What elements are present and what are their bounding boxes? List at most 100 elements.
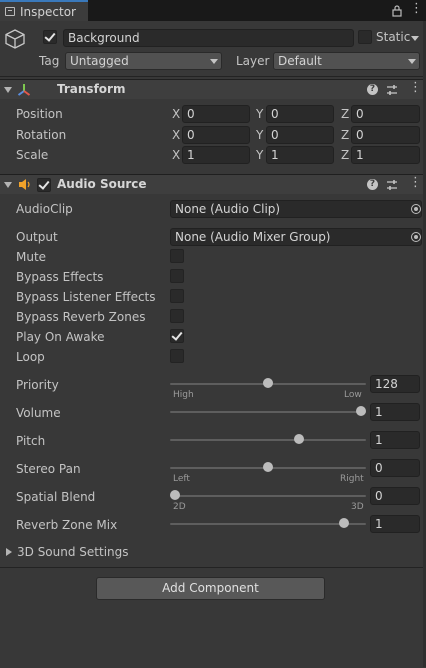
tag-label: Tag bbox=[39, 54, 60, 68]
add-component-button[interactable]: Add Component bbox=[96, 577, 325, 600]
scale-y-input[interactable]: 1 bbox=[266, 146, 334, 164]
3d-sound-settings-foldout[interactable]: 3D Sound Settings bbox=[0, 544, 426, 562]
priority-input[interactable]: 128 bbox=[370, 375, 420, 393]
audio-sliders: Priority High Low 128 Volume 1 Pitch 1 S… bbox=[0, 370, 426, 540]
preset-sliders-icon[interactable] bbox=[386, 179, 398, 191]
axis-y-label: Y bbox=[256, 128, 264, 142]
bypass-listener-effects-checkbox[interactable] bbox=[170, 289, 184, 303]
object-picker-icon[interactable] bbox=[411, 204, 421, 214]
stereo-pan-input[interactable]: 0 bbox=[370, 459, 420, 477]
bypass-effects-checkbox[interactable] bbox=[170, 269, 184, 283]
position-z-input[interactable]: 0 bbox=[351, 105, 420, 123]
priority-slider-thumb[interactable] bbox=[263, 378, 273, 388]
priority-max-label: Low bbox=[344, 390, 362, 400]
lock-icon[interactable] bbox=[391, 4, 403, 17]
bypass-effects-label: Bypass Effects bbox=[16, 270, 104, 284]
reverb-zone-mix-slider[interactable] bbox=[170, 523, 366, 525]
audio-source-title: Audio Source bbox=[57, 177, 147, 191]
audioclip-label: AudioClip bbox=[16, 202, 73, 216]
object-picker-icon[interactable] bbox=[411, 232, 421, 242]
axis-x-label: X bbox=[172, 107, 181, 121]
layer-label: Layer bbox=[236, 54, 270, 68]
tab-inspector-label: Inspector bbox=[20, 5, 76, 19]
foldout-expanded-icon[interactable] bbox=[4, 87, 12, 93]
axis-x-label: X bbox=[172, 148, 181, 162]
stereo-pan-slider-thumb[interactable] bbox=[263, 462, 273, 472]
component-menu-icon[interactable]: ⋮ bbox=[409, 81, 422, 95]
axis-z-label: Z bbox=[341, 148, 350, 162]
mute-checkbox[interactable] bbox=[170, 249, 184, 263]
volume-slider[interactable] bbox=[170, 411, 366, 413]
gameobject-name-input[interactable]: Background bbox=[63, 29, 354, 47]
chevron-down-icon bbox=[210, 59, 218, 64]
spatial-blend-max-label: 3D bbox=[351, 502, 364, 512]
scale-x-input[interactable]: 1 bbox=[182, 146, 250, 164]
foldout-collapsed-icon[interactable] bbox=[6, 548, 12, 556]
rotation-y-input[interactable]: 0 bbox=[266, 126, 334, 144]
position-y-input[interactable]: 0 bbox=[266, 105, 334, 123]
stereo-pan-label: Stereo Pan bbox=[16, 462, 81, 476]
output-label: Output bbox=[16, 230, 58, 244]
gameobject-active-checkbox[interactable] bbox=[43, 30, 57, 44]
foldout-expanded-icon[interactable] bbox=[4, 182, 12, 188]
volume-slider-thumb[interactable] bbox=[356, 406, 366, 416]
audio-source-header[interactable]: Audio Source ? ⋮ bbox=[0, 174, 426, 194]
position-label: Position bbox=[16, 107, 63, 121]
play-on-awake-label: Play On Awake bbox=[16, 330, 105, 344]
layer-dropdown-value: Default bbox=[278, 54, 322, 68]
help-icon[interactable]: ? bbox=[367, 179, 378, 190]
output-value: None (Audio Mixer Group) bbox=[175, 230, 331, 244]
bypass-reverb-zones-checkbox[interactable] bbox=[170, 309, 184, 323]
divider bbox=[0, 76, 426, 77]
reverb-zone-mix-slider-thumb[interactable] bbox=[339, 518, 350, 528]
scale-z-input[interactable]: 1 bbox=[351, 146, 420, 164]
preset-sliders-icon[interactable] bbox=[386, 84, 398, 96]
spatial-blend-slider-thumb[interactable] bbox=[170, 490, 180, 500]
tag-dropdown-value: Untagged bbox=[70, 54, 129, 68]
transform-axes-icon bbox=[17, 84, 31, 96]
component-menu-icon[interactable]: ⋮ bbox=[409, 176, 422, 190]
tag-dropdown[interactable]: Untagged bbox=[65, 52, 222, 70]
static-checkbox[interactable] bbox=[358, 30, 372, 44]
axis-y-label: Y bbox=[256, 148, 264, 162]
scale-label: Scale bbox=[16, 148, 49, 162]
bypass-listener-effects-label: Bypass Listener Effects bbox=[16, 290, 156, 304]
chevron-down-icon bbox=[408, 59, 416, 64]
help-icon[interactable]: ? bbox=[367, 84, 378, 95]
static-label: Static bbox=[376, 30, 411, 44]
gameobject-cube-icon bbox=[5, 29, 25, 49]
rotation-x-input[interactable]: 0 bbox=[182, 126, 250, 144]
tab-menu-icon[interactable]: ⋮ bbox=[410, 2, 423, 16]
volume-label: Volume bbox=[16, 406, 61, 420]
axis-z-label: Z bbox=[341, 128, 350, 142]
audio-source-enabled-checkbox[interactable] bbox=[37, 178, 51, 192]
rotation-label: Rotation bbox=[16, 128, 67, 142]
spatial-blend-slider[interactable] bbox=[170, 495, 366, 497]
pitch-slider[interactable] bbox=[170, 439, 366, 441]
inspector-icon bbox=[5, 7, 15, 16]
play-on-awake-checkbox[interactable] bbox=[170, 329, 184, 343]
3d-sound-settings-label: 3D Sound Settings bbox=[17, 545, 129, 559]
audioclip-object-field[interactable]: None (Audio Clip) bbox=[170, 200, 422, 218]
axis-y-label: Y bbox=[256, 107, 264, 121]
audioclip-value: None (Audio Clip) bbox=[175, 202, 281, 216]
output-object-field[interactable]: None (Audio Mixer Group) bbox=[170, 228, 422, 246]
position-x-input[interactable]: 0 bbox=[182, 105, 250, 123]
static-dropdown-icon[interactable] bbox=[411, 36, 419, 41]
stereo-pan-max-label: Right bbox=[340, 474, 364, 484]
spatial-blend-input[interactable]: 0 bbox=[370, 487, 420, 505]
pitch-slider-thumb[interactable] bbox=[294, 434, 305, 444]
rotation-z-input[interactable]: 0 bbox=[351, 126, 420, 144]
spatial-blend-min-label: 2D bbox=[173, 502, 186, 512]
stereo-pan-min-label: Left bbox=[173, 474, 190, 484]
reverb-zone-mix-input[interactable]: 1 bbox=[370, 515, 420, 533]
pitch-input[interactable]: 1 bbox=[370, 431, 420, 449]
spatial-blend-label: Spatial Blend bbox=[16, 490, 96, 504]
mute-label: Mute bbox=[16, 250, 47, 264]
loop-checkbox[interactable] bbox=[170, 349, 184, 363]
reverb-zone-mix-label: Reverb Zone Mix bbox=[16, 518, 118, 532]
transform-header[interactable]: Transform ? ⋮ bbox=[0, 79, 426, 99]
tab-inspector[interactable]: Inspector bbox=[0, 0, 88, 21]
layer-dropdown[interactable]: Default bbox=[273, 52, 420, 70]
volume-input[interactable]: 1 bbox=[370, 403, 420, 421]
